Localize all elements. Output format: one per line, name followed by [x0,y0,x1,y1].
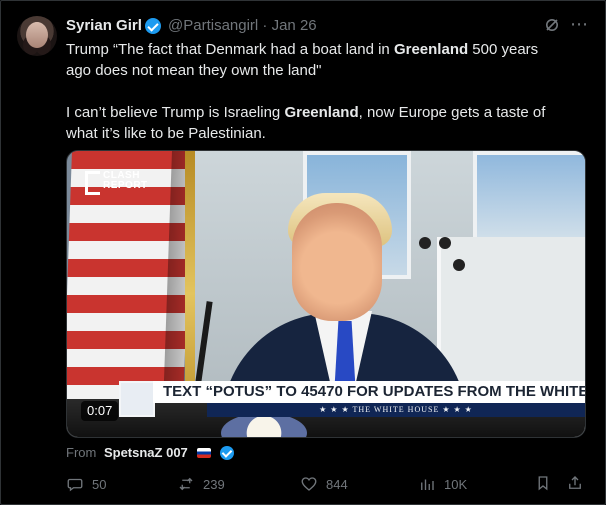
tweet-header: Syrian Girl @Partisangirl · Jan 26 ⋯ [66,15,588,38]
bookmark-button[interactable] [534,474,552,494]
like-button[interactable]: 844 [300,474,348,494]
bookmark-icon [538,476,548,491]
channel-logo: CLASH REPORT [85,171,147,199]
video-duration: 0:07 [81,401,119,421]
tweet-paragraph-2: I can’t believe Trump is Israeling Green… [66,102,566,144]
face [292,203,382,321]
tweet-text: Trump “The fact that Denmark had a boat … [66,39,566,144]
chyron-main-text: TEXT “POTUS” TO 45470 FOR UPDATES FROM T… [153,381,585,403]
repost-icon [179,477,193,491]
window-right [473,151,585,245]
tweet-paragraph-1-prefix: Trump “The fact that Denmark had a boat … [66,41,394,58]
handle-and-date[interactable]: @Partisangirl · Jan 26 [168,17,317,34]
reply-button[interactable]: 50 [66,474,106,494]
repost-button[interactable]: 239 [177,474,225,494]
reply-count: 50 [92,476,107,492]
views-count: 10K [444,476,468,492]
attribution-source[interactable]: SpetsnaZ 007 [104,445,188,460]
display-name[interactable]: Syrian Girl [66,17,142,34]
reply-icon [67,478,83,492]
verified-badge-icon [220,445,235,460]
chyron: TEXT “POTUS” TO 45470 FOR UPDATES FROM T… [119,381,585,421]
brand-mark-icon [85,171,100,195]
video-player[interactable]: CLASH REPORT TEXT “POTUS” TO 45470 FOR U… [66,150,586,438]
tweet-actions: 50 239 844 10K [66,474,586,494]
flag-icon [197,447,212,458]
tweet-paragraph-2-prefix: I can’t believe Trump is Israeling [66,104,285,121]
chyron-logo [119,381,155,417]
like-count: 844 [326,476,348,492]
heart-icon [301,477,317,491]
video-attribution[interactable]: From SpetsnaZ 007 [66,444,235,461]
tweet-paragraph-1: Trump “The fact that Denmark had a boat … [66,39,566,81]
grok-icon[interactable] [544,17,560,33]
share-button[interactable] [566,474,584,494]
brand-bottom-text: REPORT [103,180,148,191]
verified-badge-icon [145,18,161,34]
views-button[interactable]: 10K [418,474,467,494]
more-icon[interactable]: ⋯ [570,15,588,33]
attribution-prefix: From [66,445,97,461]
chyron-subtext: ★ ★ ★ THE WHITE HOUSE ★ ★ ★ [207,403,585,417]
views-icon [421,479,434,490]
avatar[interactable] [17,16,57,56]
tweet-paragraph-2-highlight: Greenland [284,104,359,121]
tweet-paragraph-1-highlight: Greenland [393,41,469,58]
repost-count: 239 [203,476,225,492]
share-icon [569,476,581,489]
